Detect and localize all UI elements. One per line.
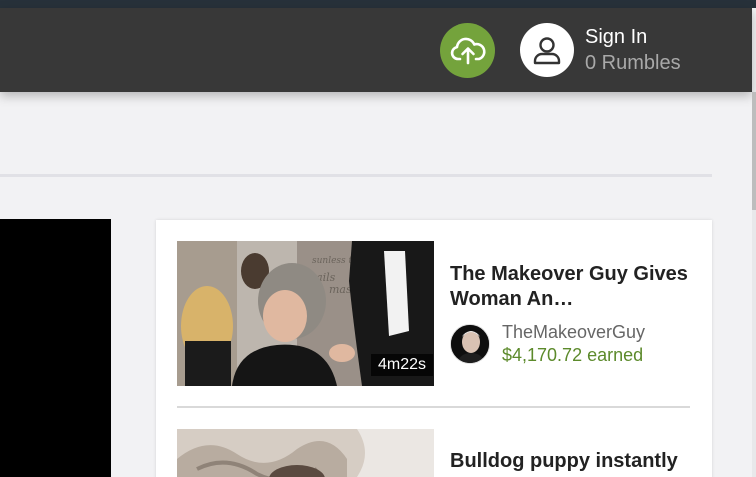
cloud-upload-icon — [450, 37, 486, 64]
scrollbar-thumb[interactable] — [752, 92, 756, 210]
channel-avatar[interactable] — [450, 324, 490, 364]
content-divider — [0, 174, 712, 177]
site-header: Sign In 0 Rumbles — [0, 8, 752, 92]
earned-amount: $4,170.72 earned — [502, 345, 644, 365]
video-card[interactable]: sunless tan nails mass 4m22s The Makeove… — [177, 241, 697, 386]
video-thumbnail[interactable]: sunless tan nails mass 4m22s — [177, 241, 434, 386]
video-duration: 4m22s — [370, 354, 433, 376]
user-icon — [533, 37, 561, 65]
video-title[interactable]: Bulldog puppy instantly — [450, 450, 710, 473]
video-card[interactable]: Bulldog puppy instantly — [177, 429, 697, 477]
channel-avatar-image — [451, 325, 489, 363]
related-videos-panel: sunless tan nails mass 4m22s The Makeove… — [156, 220, 712, 477]
thumbnail-image — [177, 429, 434, 477]
sign-in-link[interactable]: Sign In — [585, 26, 647, 49]
user-avatar-button[interactable] — [520, 23, 574, 77]
video-thumbnail[interactable] — [177, 429, 434, 477]
upload-button[interactable] — [440, 23, 495, 78]
video-title[interactable]: The Makeover Guy Gives Woman An… — [450, 262, 690, 312]
card-separator — [177, 406, 690, 408]
rumbles-count: 0 Rumbles — [585, 52, 681, 74]
video-player[interactable] — [0, 219, 111, 477]
page-scrollbar[interactable] — [752, 92, 756, 477]
channel-name[interactable]: TheMakeoverGuy — [502, 322, 645, 343]
top-strip — [0, 0, 756, 8]
